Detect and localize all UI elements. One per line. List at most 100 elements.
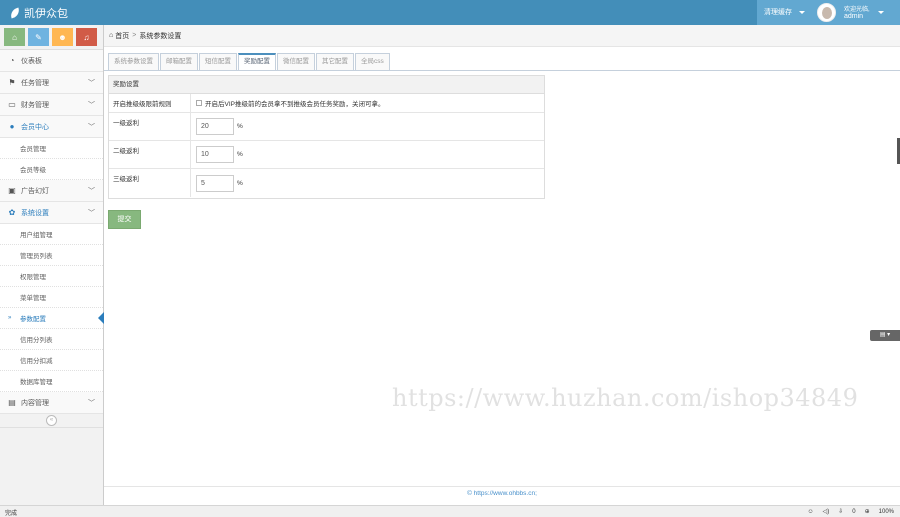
sidebar-item-label: 仪表板 xyxy=(21,57,42,65)
group-shortcut-button[interactable]: ☻ xyxy=(52,28,73,46)
sidebar-item-label: 会员中心 xyxy=(21,123,49,131)
tab-system-params[interactable]: 系统参数设置 xyxy=(108,53,159,70)
footer-link[interactable]: © https://www.ohbbs.cn; xyxy=(104,490,900,497)
bell-shortcut-button[interactable]: ♫ xyxy=(76,28,97,46)
book-icon: ▤ xyxy=(8,398,16,407)
footer-divider xyxy=(104,486,900,487)
sidebar-subitem-credit-list[interactable]: 信用分列表 xyxy=(0,329,103,350)
sidebar-subitem-member-level[interactable]: 会员等级 xyxy=(0,159,103,180)
submit-button[interactable]: 提交 xyxy=(108,210,141,229)
download-icon[interactable]: ⇩ xyxy=(838,508,843,515)
sidebar-subitem-admin-list[interactable]: 管理员列表 xyxy=(0,245,103,266)
caret-down-icon xyxy=(878,11,884,14)
form-value: % xyxy=(191,169,544,197)
form-row-level3-rebate: 三级返利 % xyxy=(109,169,544,197)
caret-down-icon xyxy=(799,11,805,14)
active-dot-icon: » xyxy=(8,315,12,321)
form-label: 开启推级级限前规则 xyxy=(109,94,191,112)
sidebar-subitem-credit-deduct[interactable]: 信用分扣减 xyxy=(0,350,103,371)
unit-label: % xyxy=(237,179,243,187)
form-row-level1-rebate: 一级返利 % xyxy=(109,113,544,141)
download-count: 0 xyxy=(852,508,856,515)
zoom-level[interactable]: 100% xyxy=(879,509,894,515)
tab-wechat-config[interactable]: 微信配置 xyxy=(277,53,315,70)
sidebar-item-dashboard[interactable]: ◔ 仪表板 xyxy=(0,50,103,72)
smiley-icon[interactable]: ☺ xyxy=(807,509,813,515)
chevron-down-icon: ﹀ xyxy=(88,124,95,131)
sidebar-subitem-user-group[interactable]: 用户组管理 xyxy=(0,224,103,245)
zoom-icon[interactable]: ⊕ xyxy=(865,508,870,515)
brand[interactable]: 凯伊众包 xyxy=(8,5,68,21)
sidebar-shortcuts: ⌂ ✎ ☻ ♫ xyxy=(0,25,103,50)
pencil-shortcut-button[interactable]: ✎ xyxy=(28,28,49,46)
picture-icon: ▣ xyxy=(8,186,16,195)
sidebar-item-system-settings[interactable]: ✿ 系统设置 ﹀ xyxy=(0,202,103,224)
level2-rebate-input[interactable] xyxy=(196,146,234,163)
sidebar-subitem-label: 管理员列表 xyxy=(20,253,53,260)
breadcrumb-separator: > xyxy=(132,32,137,39)
config-tabs: 系统参数设置 邮箱配置 短信配置 奖励配置 微信配置 其它配置 全局css xyxy=(108,53,391,70)
status-text: 完成 xyxy=(5,511,18,517)
sidebar-subitem-permission[interactable]: 权限管理 xyxy=(0,266,103,287)
breadcrumb-home[interactable]: 首页 xyxy=(115,31,129,41)
flag-icon: ⚑ xyxy=(8,78,16,87)
sidebar-item-label: 系统设置 xyxy=(21,209,49,217)
sidebar-subitem-db-mgmt[interactable]: 数据库管理 xyxy=(0,371,103,392)
chevron-down-icon: ﹀ xyxy=(88,80,95,87)
side-tool-widget[interactable]: ▤ ▾ xyxy=(870,330,900,341)
bell-icon: ♫ xyxy=(83,32,90,42)
sidebar-subitem-param-config[interactable]: » 参数配置 xyxy=(0,308,104,329)
tab-divider xyxy=(104,70,900,71)
level3-rebate-input[interactable] xyxy=(196,174,234,192)
collapse-sidebar-button[interactable]: « xyxy=(46,415,57,426)
sidebar-subitem-label: 数据库管理 xyxy=(20,379,53,386)
form-label: 二级返利 xyxy=(109,141,191,168)
form-value: % xyxy=(191,113,544,140)
breadcrumb: ⌂ 首页 > 系统参数设置 xyxy=(104,25,900,47)
home-shortcut-button[interactable]: ⌂ xyxy=(4,28,25,46)
tab-global-css[interactable]: 全局css xyxy=(355,53,390,70)
brand-name: 凯伊众包 xyxy=(24,8,68,20)
sidebar-subitem-member-mgmt[interactable]: 会员管理 xyxy=(0,138,103,159)
chevron-down-icon: ﹀ xyxy=(88,400,95,407)
sidebar-item-label: 广告幻灯 xyxy=(21,187,49,195)
sidebar-item-member-center[interactable]: ● 会员中心 ﹀ xyxy=(0,116,103,138)
welcome-text: 欢迎光临, xyxy=(844,7,870,13)
user-menu[interactable]: 欢迎光临, admin xyxy=(810,0,900,25)
chevron-down-icon: ﹀ xyxy=(88,188,95,195)
sidebar-subitem-label: 菜单管理 xyxy=(20,295,46,302)
level1-rebate-input[interactable] xyxy=(196,118,234,135)
tab-other-config[interactable]: 其它配置 xyxy=(316,53,354,70)
sidebar-item-label: 财务管理 xyxy=(21,101,49,109)
leaf-icon xyxy=(8,7,22,19)
pencil-icon: ✎ xyxy=(35,32,42,42)
watermark: https://www.huzhan.com/ishop34849 xyxy=(392,384,859,412)
form-row-level2-rebate: 二级返利 % xyxy=(109,141,544,169)
tab-email-config[interactable]: 邮箱配置 xyxy=(160,53,198,70)
sidebar-subitem-label: 用户组管理 xyxy=(20,232,53,239)
form-label: 三级返利 xyxy=(109,169,191,197)
group-icon: ☻ xyxy=(58,32,67,42)
avatar xyxy=(817,3,836,22)
top-navbar: 凯伊众包 清理缓存 欢迎光临, admin xyxy=(0,0,900,25)
promotion-rule-checkbox[interactable] xyxy=(196,100,202,106)
tab-reward-config[interactable]: 奖励配置 xyxy=(238,53,276,70)
sidebar-subitem-menu[interactable]: 菜单管理 xyxy=(0,287,103,308)
home-icon: ⌂ xyxy=(12,32,17,42)
sidebar-subitem-label: 会员等级 xyxy=(20,167,46,174)
user-icon: ● xyxy=(9,122,15,131)
form-value: 开启后VIP推级前的会员拿不到推级会员任务奖励，关闭可拿。 xyxy=(191,94,544,112)
sidebar-item-ads[interactable]: ▣ 广告幻灯 ﹀ xyxy=(0,180,103,202)
clear-cache-button[interactable]: 清理缓存 xyxy=(757,0,810,25)
sidebar-subitem-label: 信用分扣减 xyxy=(20,358,53,365)
username: admin xyxy=(844,13,864,20)
form-value: % xyxy=(191,141,544,168)
panel-title: 奖励设置 xyxy=(109,76,544,94)
tab-sms-config[interactable]: 短信配置 xyxy=(199,53,237,70)
sidebar-item-content-mgmt[interactable]: ▤ 内容管理 ﹀ xyxy=(0,392,103,414)
sidebar-item-task-mgmt[interactable]: ⚑ 任务管理 ﹀ xyxy=(0,72,103,94)
main-content: ⌂ 首页 > 系统参数设置 系统参数设置 邮箱配置 短信配置 奖励配置 微信配置… xyxy=(104,25,900,505)
sidebar-item-finance[interactable]: ▭ 财务管理 ﹀ xyxy=(0,94,103,116)
unit-label: % xyxy=(237,123,243,130)
speaker-icon[interactable]: ◁) xyxy=(823,508,830,515)
